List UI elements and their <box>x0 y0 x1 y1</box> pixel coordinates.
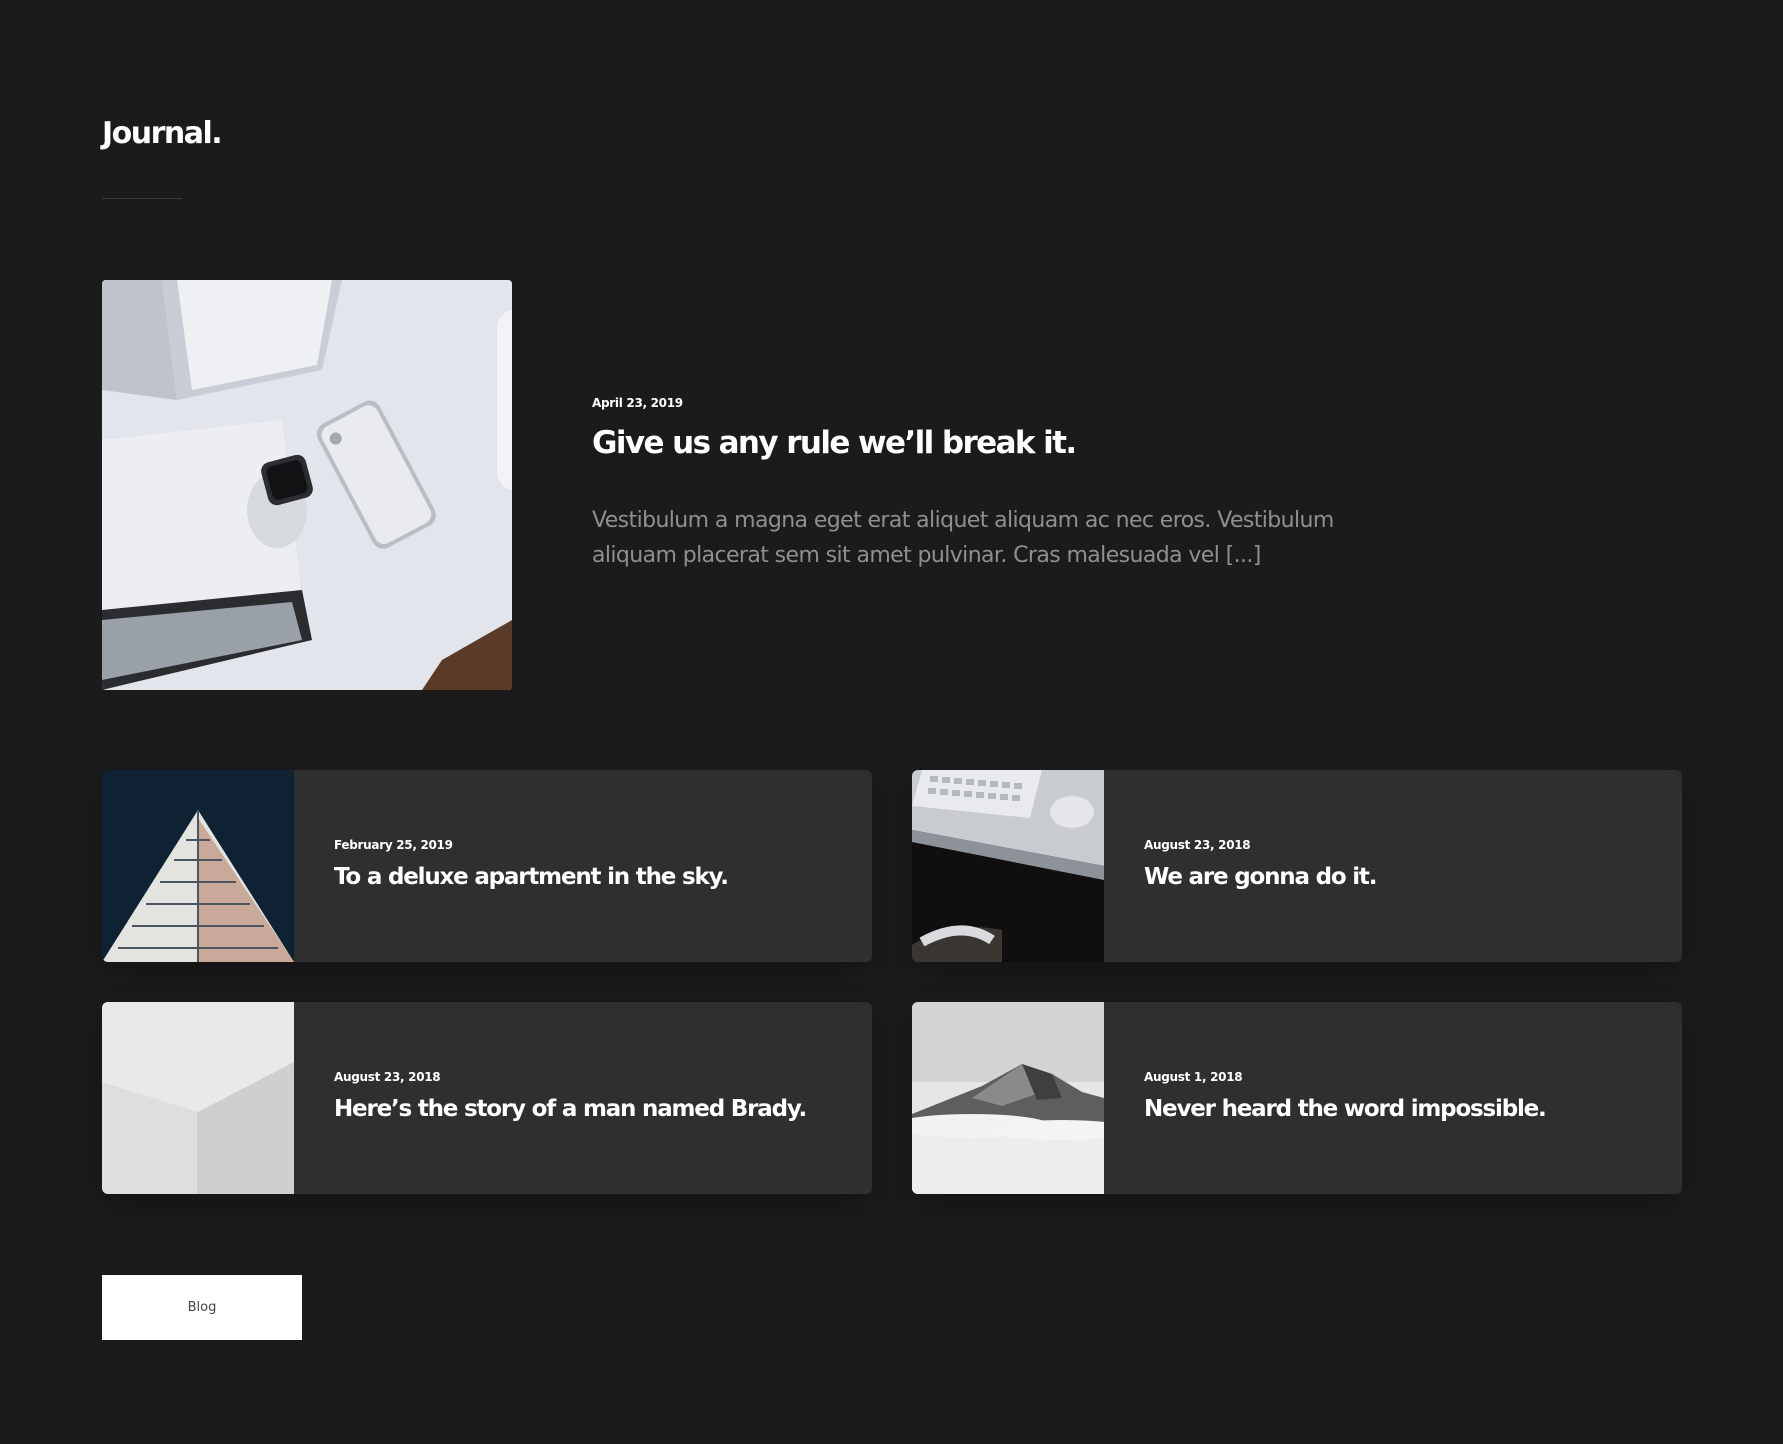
post-card-image <box>912 1002 1104 1194</box>
post-card-deluxe-apartment[interactable]: February 25, 2019 To a deluxe apartment … <box>102 770 872 962</box>
post-date: August 1, 2018 <box>1144 1070 1243 1084</box>
post-title[interactable]: We are gonna do it. <box>1144 864 1654 892</box>
blog-button[interactable]: Blog <box>102 1275 302 1340</box>
building-photo <box>102 770 294 962</box>
mountain-photo <box>912 1002 1104 1194</box>
post-card-text: February 25, 2019 To a deluxe apartment … <box>334 838 844 892</box>
post-title[interactable]: To a deluxe apartment in the sky. <box>334 864 844 892</box>
featured-post-excerpt: Vestibulum a magna eget erat aliquet ali… <box>592 507 1334 568</box>
post-title[interactable]: Never heard the word impossible. <box>1144 1096 1654 1124</box>
post-card-image <box>912 770 1104 962</box>
white-wall-photo <box>102 1002 294 1194</box>
post-date: August 23, 2018 <box>334 1070 441 1084</box>
post-card-text: August 23, 2018 Here’s the story of a ma… <box>334 1070 844 1124</box>
post-card-image <box>102 1002 294 1194</box>
post-title[interactable]: Here’s the story of a man named Brady. <box>334 1096 844 1124</box>
featured-post-title[interactable]: Give us any rule we’ll break it. <box>592 424 1372 463</box>
featured-post-text: April 23, 2019 Give us any rule we’ll br… <box>592 396 1372 573</box>
post-card-text: August 1, 2018 Never heard the word impo… <box>1144 1070 1654 1124</box>
featured-post-date: April 23, 2019 <box>592 396 683 410</box>
post-card-text: August 23, 2018 We are gonna do it. <box>1144 838 1654 892</box>
keyboard-desk-photo <box>912 770 1104 962</box>
post-date: August 23, 2018 <box>1144 838 1251 852</box>
section-title: Journal. <box>102 116 223 151</box>
post-card-man-named-brady[interactable]: August 23, 2018 Here’s the story of a ma… <box>102 1002 872 1194</box>
post-card-word-impossible[interactable]: August 1, 2018 Never heard the word impo… <box>912 1002 1682 1194</box>
phone-watch-photo <box>102 280 512 690</box>
post-card-image <box>102 770 294 962</box>
journal-section: Journal. April 23, 2019 Give us any rule… <box>0 0 1783 1444</box>
post-date: February 25, 2019 <box>334 838 453 852</box>
title-divider <box>102 198 182 199</box>
post-card-gonna-do-it[interactable]: August 23, 2018 We are gonna do it. <box>912 770 1682 962</box>
featured-post-image[interactable] <box>102 280 512 690</box>
